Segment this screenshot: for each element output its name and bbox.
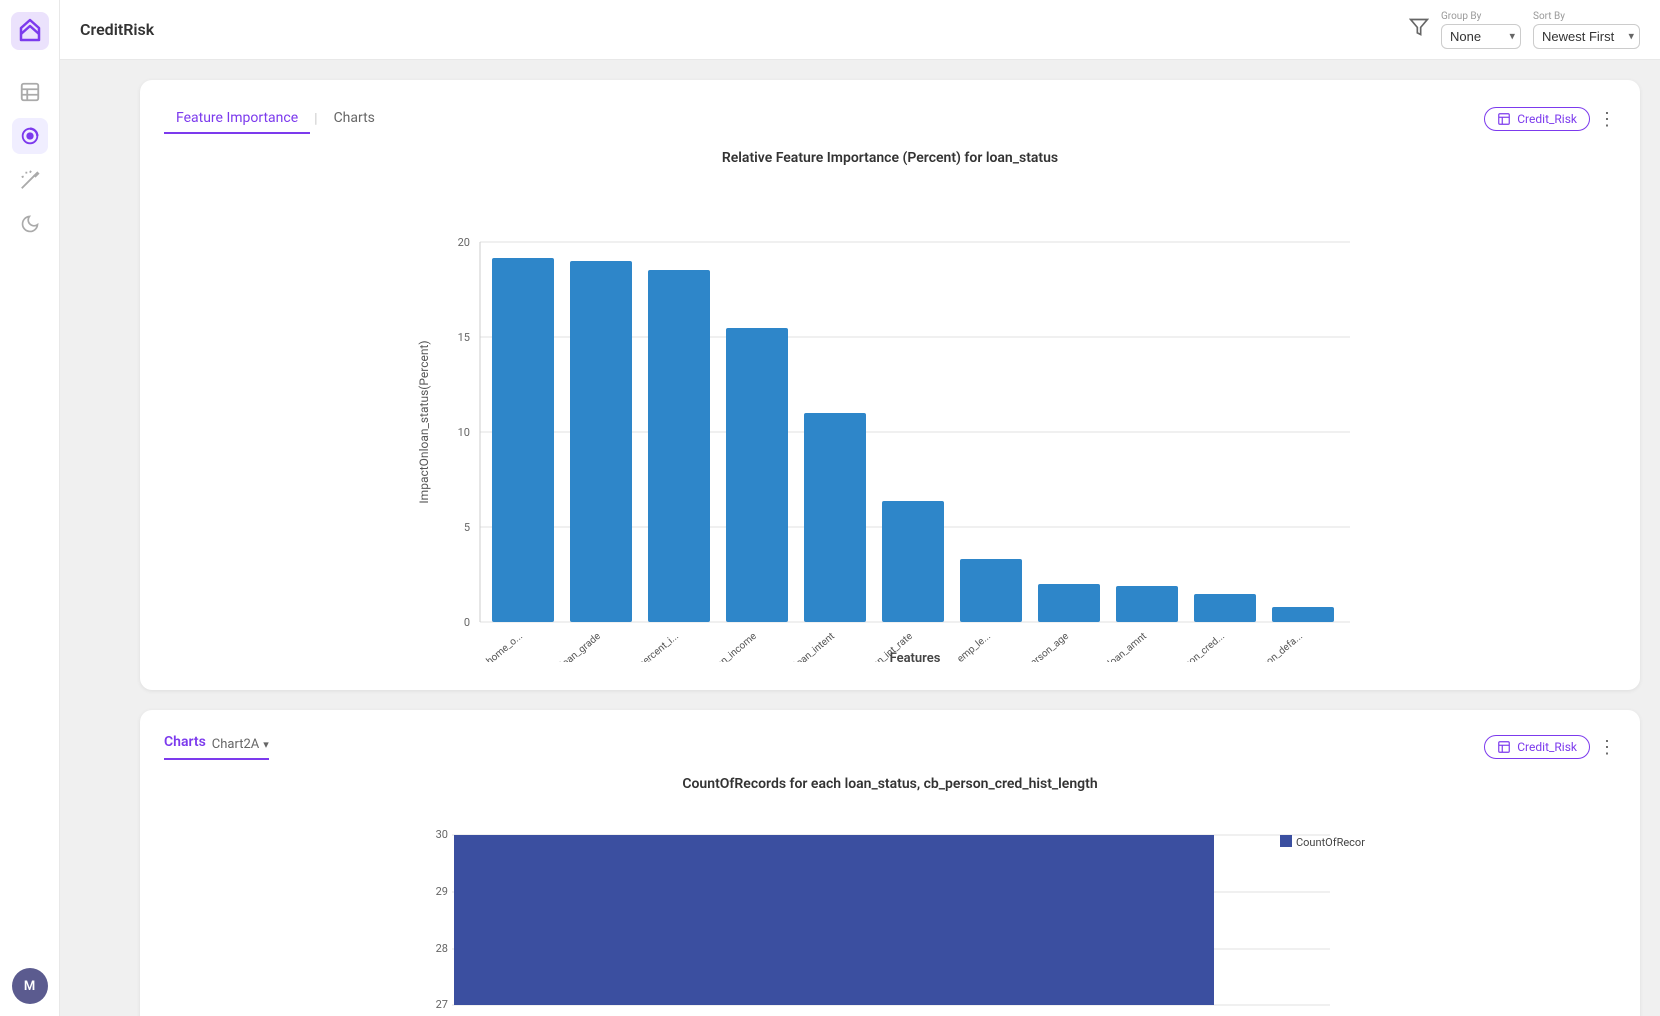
- legend-label: CountOfRecor: [1296, 836, 1365, 849]
- svg-text:loan_grade: loan_grade: [558, 631, 602, 662]
- sidebar-item-charts[interactable]: [12, 118, 48, 154]
- chart2-title: CountOfRecords for each loan_status, cb_…: [164, 776, 1616, 792]
- sort-by-select-wrapper: Newest First Oldest First A-Z Z-A: [1533, 24, 1640, 49]
- model-badge-2[interactable]: Credit_Risk: [1484, 735, 1590, 759]
- svg-text:0: 0: [464, 616, 470, 629]
- feature-importance-chart: ImpactOnloan_status(Percent) 0 5 10 15 2…: [164, 182, 1616, 662]
- more-menu-icon-2[interactable]: ⋮: [1598, 737, 1616, 758]
- card2-actions: Credit_Risk ⋮: [1484, 735, 1616, 759]
- card2-tabs: Charts Chart2A ▾: [164, 734, 269, 760]
- group-by-label: Group By: [1441, 11, 1481, 22]
- svg-text:29: 29: [436, 885, 448, 898]
- main-content: Feature Importance | Charts Credit_Risk …: [120, 60, 1660, 1016]
- bar-loan-percent: [648, 270, 710, 622]
- svg-text:27: 27: [436, 998, 448, 1011]
- records-chart: 30 29 28 27 CountOfRecor: [164, 808, 1616, 1016]
- model-badge-2-label: Credit_Risk: [1517, 740, 1577, 754]
- card2-header: Charts Chart2A ▾ Credit_Risk ⋮: [164, 734, 1616, 760]
- topbar: CreditRisk Group By None Sort By Newest …: [60, 0, 1660, 60]
- sidebar: M: [0, 0, 60, 1016]
- x-axis-label: Features: [890, 651, 941, 662]
- sort-by-container: Sort By Newest First Oldest First A-Z Z-…: [1533, 11, 1640, 49]
- model-badge-label: Credit_Risk: [1517, 112, 1577, 126]
- dropdown-arrow-icon[interactable]: ▾: [263, 738, 269, 751]
- group-by-select[interactable]: None: [1441, 24, 1521, 49]
- bar-loan-intent: [804, 413, 866, 622]
- sidebar-item-magic[interactable]: [12, 162, 48, 198]
- bar-person-emp: [960, 559, 1022, 622]
- svg-text:28: 28: [436, 942, 448, 955]
- model-badge[interactable]: Credit_Risk: [1484, 107, 1590, 131]
- sort-by-select[interactable]: Newest First Oldest First A-Z Z-A: [1533, 24, 1640, 49]
- tab-divider: |: [310, 111, 321, 127]
- svg-text:person_age: person_age: [1024, 631, 1071, 662]
- topbar-controls: Group By None Sort By Newest First Oldes…: [1409, 11, 1640, 49]
- svg-text:loan_amnt: loan_amnt: [1106, 631, 1149, 662]
- tab-feature-importance[interactable]: Feature Importance: [164, 104, 310, 134]
- app-logo[interactable]: [11, 12, 49, 50]
- more-menu-icon[interactable]: ⋮: [1598, 109, 1616, 130]
- charts-card: Charts Chart2A ▾ Credit_Risk ⋮ CountOfRe…: [140, 710, 1640, 1016]
- bar-person-age: [1038, 584, 1100, 622]
- chart1-container: ImpactOnloan_status(Percent) 0 5 10 15 2…: [164, 182, 1616, 666]
- sidebar-item-table[interactable]: [12, 74, 48, 110]
- svg-text:loan_intent: loan_intent: [792, 631, 837, 662]
- bar-count-records: [454, 835, 1214, 1005]
- chart1-title: Relative Feature Importance (Percent) fo…: [164, 150, 1616, 166]
- bar-loan-amnt: [1116, 586, 1178, 622]
- card1-tabs: Feature Importance | Charts: [164, 104, 1484, 134]
- svg-text:loan_percent_i...: loan_percent_i...: [619, 631, 681, 662]
- bar-cb-defa: [1272, 607, 1334, 622]
- svg-text:15: 15: [458, 331, 470, 344]
- bar-loan-int-rate: [882, 501, 944, 622]
- filter-icon[interactable]: [1409, 17, 1429, 42]
- sort-by-label: Sort By: [1533, 11, 1565, 22]
- page-title: CreditRisk: [80, 20, 1409, 39]
- tab-chart2a-label: Chart2A: [212, 737, 259, 752]
- svg-text:30: 30: [436, 828, 448, 841]
- card1-header: Feature Importance | Charts Credit_Risk …: [164, 104, 1616, 134]
- tab-charts[interactable]: Charts: [322, 104, 387, 134]
- chart2-container: 30 29 28 27 CountOfRecor: [164, 808, 1616, 1016]
- legend-icon: [1280, 835, 1292, 847]
- card1-actions: Credit_Risk ⋮: [1484, 107, 1616, 131]
- svg-text:5: 5: [464, 521, 470, 534]
- bar-person-home: [492, 258, 554, 622]
- bar-loan-grade: [570, 261, 632, 622]
- bar-person-income: [726, 328, 788, 622]
- feature-importance-card: Feature Importance | Charts Credit_Risk …: [140, 80, 1640, 690]
- group-by-select-wrapper: None: [1441, 24, 1521, 49]
- svg-text:cb_person_defa...: cb_person_defa...: [1237, 630, 1305, 662]
- svg-text:10: 10: [458, 426, 470, 439]
- svg-text:person_income: person_income: [700, 631, 759, 662]
- user-avatar[interactable]: M: [12, 968, 48, 1004]
- bar-cb-cred: [1194, 594, 1256, 622]
- y-axis-label: ImpactOnloan_status(Percent): [417, 340, 431, 503]
- svg-text:person_home_o...: person_home_o...: [458, 631, 525, 662]
- svg-text:cb_person_cred...: cb_person_cred...: [1160, 631, 1227, 662]
- group-by-container: Group By None: [1441, 11, 1521, 49]
- tab-charts2[interactable]: Charts: [164, 734, 206, 754]
- svg-text:20: 20: [458, 236, 470, 249]
- sidebar-item-darkmode[interactable]: [12, 206, 48, 242]
